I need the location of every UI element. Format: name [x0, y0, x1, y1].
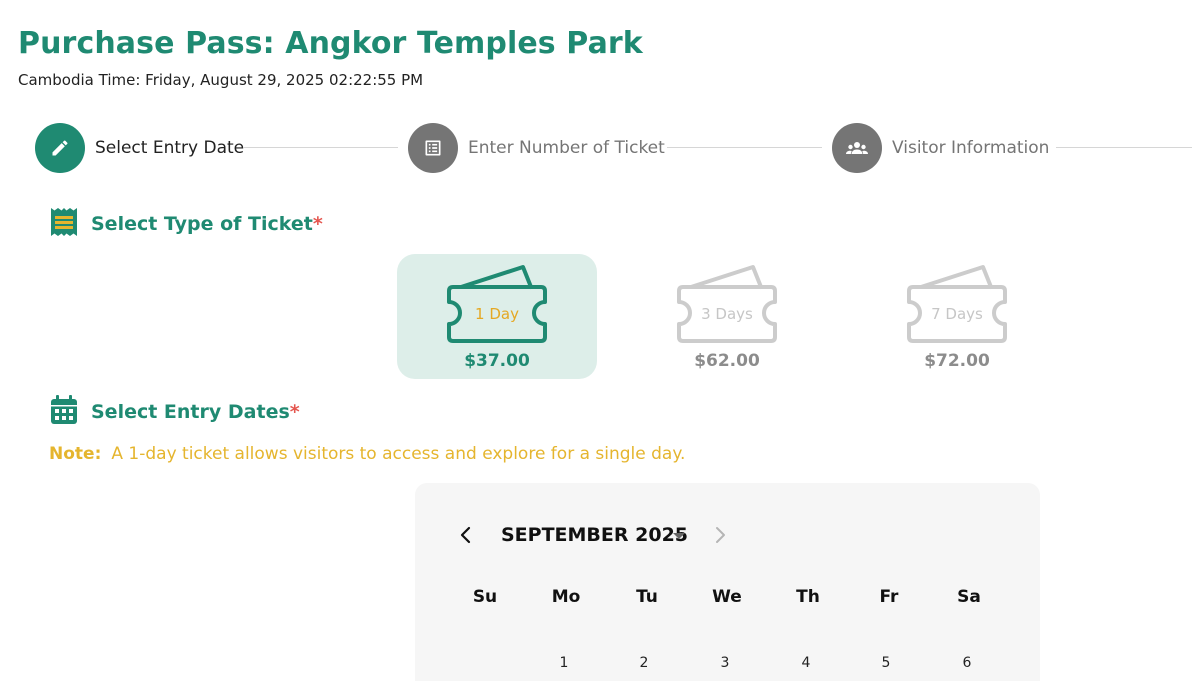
step-label: Select Entry Date — [95, 138, 245, 158]
date-picker-calendar: SEPTEMBER 2025 Su Mo Tu We Th Fr Sa 1 2 … — [415, 483, 1040, 681]
ticket-name: 7 Days — [931, 305, 983, 323]
page-title: Purchase Pass: Angkor Temples Park — [18, 26, 643, 61]
note-text: A 1-day ticket allows visitors to access… — [111, 444, 686, 464]
required-marker: * — [289, 401, 300, 423]
calendar-day[interactable]: 2 — [614, 655, 674, 671]
weekday-header: Sa — [957, 587, 981, 607]
list-icon — [408, 123, 458, 173]
weekday-header: Mo — [551, 587, 581, 607]
ticket-name: 3 Days — [701, 305, 753, 323]
ticket-option-7-days[interactable]: 7 Days $72.00 — [857, 254, 1057, 379]
calendar-day[interactable]: 6 — [937, 655, 997, 671]
calendar-icon — [50, 395, 78, 429]
calendar-day[interactable]: 4 — [776, 655, 836, 671]
stepper: Select Entry Date Enter Number of Ticket… — [35, 123, 1192, 173]
note-label: Note: — [49, 444, 102, 464]
entry-dates-heading: Select Entry Dates* — [50, 395, 300, 429]
calendar-day[interactable]: 1 — [534, 655, 594, 671]
step-connector — [667, 147, 822, 148]
weekday-header: Tu — [636, 587, 658, 607]
ticket-option-3-days[interactable]: 3 Days $62.00 — [627, 254, 827, 379]
ticket-icon — [447, 265, 547, 343]
section-title: Select Entry Dates* — [91, 401, 300, 423]
weekday-header: Th — [796, 587, 820, 607]
step-enter-number-of-ticket[interactable]: Enter Number of Ticket — [408, 123, 665, 173]
pencil-icon — [35, 123, 85, 173]
step-select-entry-date[interactable]: Select Entry Date — [35, 123, 244, 173]
weekday-header: Fr — [879, 587, 899, 607]
chevron-right-icon[interactable] — [709, 524, 731, 546]
section-title: Select Type of Ticket* — [91, 213, 323, 235]
weekday-header: We — [712, 587, 742, 607]
caret-down-icon[interactable] — [673, 533, 685, 539]
ticket-option-1-day[interactable]: 1 Day $37.00 — [397, 254, 597, 379]
calendar-day[interactable]: 3 — [695, 655, 755, 671]
ticket-price: $37.00 — [464, 351, 530, 371]
weekday-header: Su — [472, 587, 498, 607]
group-icon — [832, 123, 882, 173]
step-label: Visitor Information — [892, 138, 1050, 158]
month-year-label[interactable]: SEPTEMBER 2025 — [501, 524, 688, 546]
step-label: Enter Number of Ticket — [468, 138, 665, 158]
ticket-note: Note: A 1-day ticket allows visitors to a… — [49, 444, 685, 464]
ticket-list-icon — [50, 207, 78, 241]
calendar-day[interactable]: 5 — [856, 655, 916, 671]
required-marker: * — [312, 213, 323, 235]
step-connector — [1056, 147, 1192, 148]
ticket-type-heading: Select Type of Ticket* — [50, 207, 323, 241]
ticket-icon — [907, 265, 1007, 343]
cambodia-time: Cambodia Time: Friday, August 29, 2025 0… — [18, 71, 424, 89]
step-visitor-information[interactable]: Visitor Information — [832, 123, 1049, 173]
ticket-price: $62.00 — [694, 351, 760, 371]
ticket-icon — [677, 265, 777, 343]
ticket-price: $72.00 — [924, 351, 990, 371]
ticket-name: 1 Day — [475, 305, 519, 323]
step-connector — [243, 147, 398, 148]
chevron-left-icon[interactable] — [455, 524, 477, 546]
